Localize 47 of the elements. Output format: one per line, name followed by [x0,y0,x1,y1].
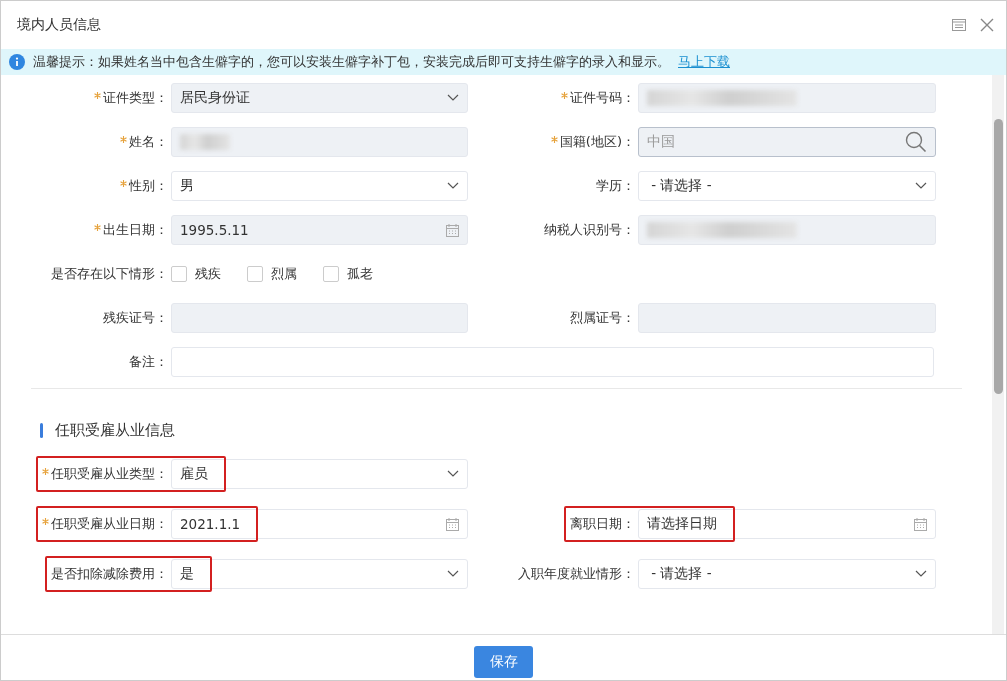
field-label: 离职日期： [570,515,635,533]
field-label: 学历： [596,177,635,195]
select-field[interactable]: - 请选择 - [638,559,936,589]
chevron-down-icon [447,570,459,578]
date-field[interactable]: 2021.1.1 [171,509,468,539]
field-label: 残疾证号： [103,309,168,327]
field-label: 纳税人识别号： [544,221,635,239]
chevron-down-icon [447,182,459,190]
calendar-icon [446,517,459,531]
section-marker [40,423,43,438]
maximize-icon[interactable] [952,19,966,31]
scrollbar[interactable] [992,75,1004,634]
field-label: 证件号码： [570,89,635,107]
chevron-down-icon [915,570,927,578]
section-title: 任职受雇从业信息 [55,421,175,440]
close-icon[interactable] [980,18,994,32]
chevron-down-icon [915,182,927,190]
checkbox-option[interactable]: 烈属 [247,265,297,283]
field-label: 性别： [129,177,168,195]
field-label: 是否存在以下情形： [51,265,168,283]
field-label: 出生日期： [103,221,168,239]
checkbox-option[interactable]: 残疾 [171,265,221,283]
blurred-value [180,134,230,150]
chevron-down-icon [447,94,459,102]
calendar-icon [914,517,927,531]
select-field[interactable]: 雇员 [171,459,468,489]
field-label: 是否扣除减除费用： [51,565,168,583]
chevron-down-icon [447,470,459,478]
field-label: 备注： [129,353,168,371]
field-label: 证件类型： [103,89,168,107]
field-label: 国籍(地区)： [559,133,635,151]
field-label: 姓名： [129,133,168,151]
calendar-icon [446,223,459,237]
select-field[interactable]: 是 [171,559,468,589]
field-label: 烈属证号： [570,309,635,327]
date-field[interactable]: 请选择日期 [638,509,936,539]
field-label: 入职年度就业情形： [518,565,635,583]
dialog-title: 境内人员信息 [17,16,102,34]
field-label: 任职受雇从业日期： [51,515,168,533]
field-label: 任职受雇从业类型： [51,465,168,483]
save-button[interactable]: 保存 [474,645,533,678]
text-field[interactable] [171,347,934,377]
select-field[interactable]: - 请选择 - [638,171,936,201]
info-icon [9,54,25,70]
notice-text: 温馨提示：如果姓名当中包含生僻字的，您可以安装生僻字补丁包，安装完成后即可支持生僻字的录入和显示。 [33,53,670,71]
checkbox-option[interactable]: 孤老 [323,265,373,283]
select-field[interactable]: 男 [171,171,468,201]
